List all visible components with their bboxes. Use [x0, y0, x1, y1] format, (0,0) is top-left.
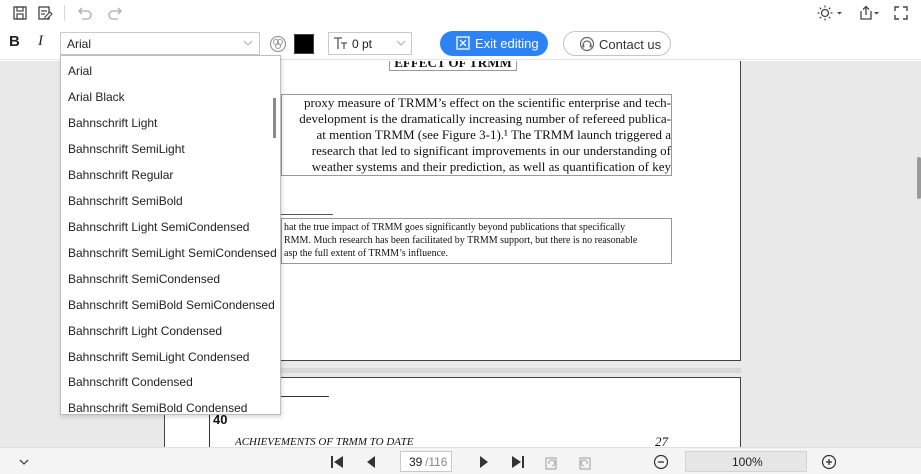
top-toolbar	[0, 0, 921, 26]
save-as-icon[interactable]	[35, 3, 55, 23]
vertical-scrollbar[interactable]	[917, 157, 921, 199]
bold-button[interactable]: B	[9, 33, 20, 50]
font-size-value: 0 pt	[352, 37, 373, 51]
exit-edit-icon	[456, 36, 470, 53]
font-size-select[interactable]: 0 pt	[328, 32, 412, 55]
chevron-down-icon	[395, 37, 407, 52]
rotate-left-icon[interactable]	[542, 453, 560, 471]
footnote-block[interactable]: hat the true impact of TRMM goes signifi…	[281, 218, 672, 264]
save-icon[interactable]	[10, 3, 30, 23]
text-line: research that led to significant improve…	[311, 143, 671, 158]
footnote-line: hat the true impact of TRMM goes signifi…	[284, 222, 626, 233]
chevron-down-icon[interactable]	[15, 453, 33, 471]
zoom-out-icon[interactable]	[652, 453, 670, 471]
fullscreen-icon[interactable]	[891, 3, 911, 23]
page-number-input[interactable]: 39 /116	[400, 451, 452, 472]
text-line: weather systems and their prediction, as…	[311, 159, 671, 174]
font-option[interactable]: Bahnschrift SemiBold Condensed	[68, 401, 247, 414]
font-family-select[interactable]: Arial	[60, 32, 260, 55]
share-icon[interactable]	[857, 3, 881, 23]
rotate-right-icon[interactable]	[576, 453, 594, 471]
font-option[interactable]: Bahnschrift SemiLight	[68, 142, 185, 156]
text-line: development is the dramatically increasi…	[299, 111, 671, 126]
italic-button[interactable]: I	[38, 33, 43, 50]
font-option[interactable]: Bahnschrift SemiLight SemiCondensed	[68, 246, 277, 260]
exit-editing-button[interactable]: Exit editing	[440, 31, 548, 56]
last-page-icon[interactable]	[509, 453, 527, 471]
text-line: proxy measure of TRMM’s effect on the sc…	[303, 95, 671, 110]
font-size-icon	[333, 36, 349, 53]
current-page: 39	[409, 455, 423, 469]
next-page-icon[interactable]	[475, 453, 493, 471]
font-option[interactable]: Bahnschrift SemiBold	[68, 194, 183, 208]
font-option[interactable]: Bahnschrift Condensed	[68, 375, 193, 389]
running-page-number: 27	[655, 434, 668, 447]
zoom-value: 100%	[732, 455, 763, 469]
contact-us-button[interactable]: Contact us	[563, 31, 671, 56]
font-family-dropdown: Arial Arial Black Bahnschrift Light Bahn…	[60, 55, 281, 415]
font-option[interactable]: Arial Black	[68, 90, 125, 104]
bottom-navigation-bar: 39 /116 100%	[0, 447, 921, 474]
exit-editing-label: Exit editing	[475, 36, 539, 51]
color-palette-icon[interactable]	[269, 35, 287, 53]
zoom-in-icon[interactable]	[820, 453, 838, 471]
redo-icon[interactable]	[105, 3, 125, 23]
footnote-line: asp the full extent of TRMM’s influence.	[284, 248, 448, 259]
theme-icon[interactable]	[815, 3, 845, 23]
font-option[interactable]: Bahnschrift Regular	[68, 168, 173, 182]
text-color-swatch[interactable]	[294, 34, 314, 54]
font-option[interactable]: Bahnschrift SemiLight Condensed	[68, 350, 249, 364]
zoom-level-field[interactable]: 100%	[685, 451, 807, 472]
text-line: at mention TRMM (see Figure 3-1).¹ The T…	[316, 127, 671, 142]
font-option[interactable]: Bahnschrift Light Condensed	[68, 324, 222, 338]
font-option[interactable]: Bahnschrift SemiCondensed	[68, 272, 220, 286]
font-option[interactable]: Arial	[68, 64, 92, 78]
font-option[interactable]: Bahnschrift Light	[68, 116, 157, 130]
section-heading[interactable]: EFFECT OF TRMM	[389, 61, 517, 71]
toolbar-divider	[64, 5, 65, 21]
contact-us-label: Contact us	[599, 37, 662, 52]
undo-icon[interactable]	[75, 3, 95, 23]
font-option[interactable]: Bahnschrift SemiBold SemiCondensed	[68, 298, 275, 312]
previous-page-icon[interactable]	[362, 453, 380, 471]
font-family-value: Arial	[67, 37, 92, 51]
text-block[interactable]: proxy measure of TRMM’s effect on the sc…	[281, 94, 672, 176]
font-option[interactable]: Bahnschrift Light SemiCondensed	[68, 220, 249, 234]
headset-icon	[579, 36, 595, 55]
chevron-down-icon	[242, 37, 254, 52]
running-head: ACHIEVEMENTS OF TRMM TO DATE	[235, 436, 414, 447]
footnote-rule	[281, 214, 333, 215]
footnote-line: RMM. Much research has been facilitated …	[284, 235, 638, 246]
total-pages: /116	[425, 455, 448, 469]
dropdown-scrollbar[interactable]	[273, 98, 276, 138]
first-page-icon[interactable]	[328, 453, 346, 471]
